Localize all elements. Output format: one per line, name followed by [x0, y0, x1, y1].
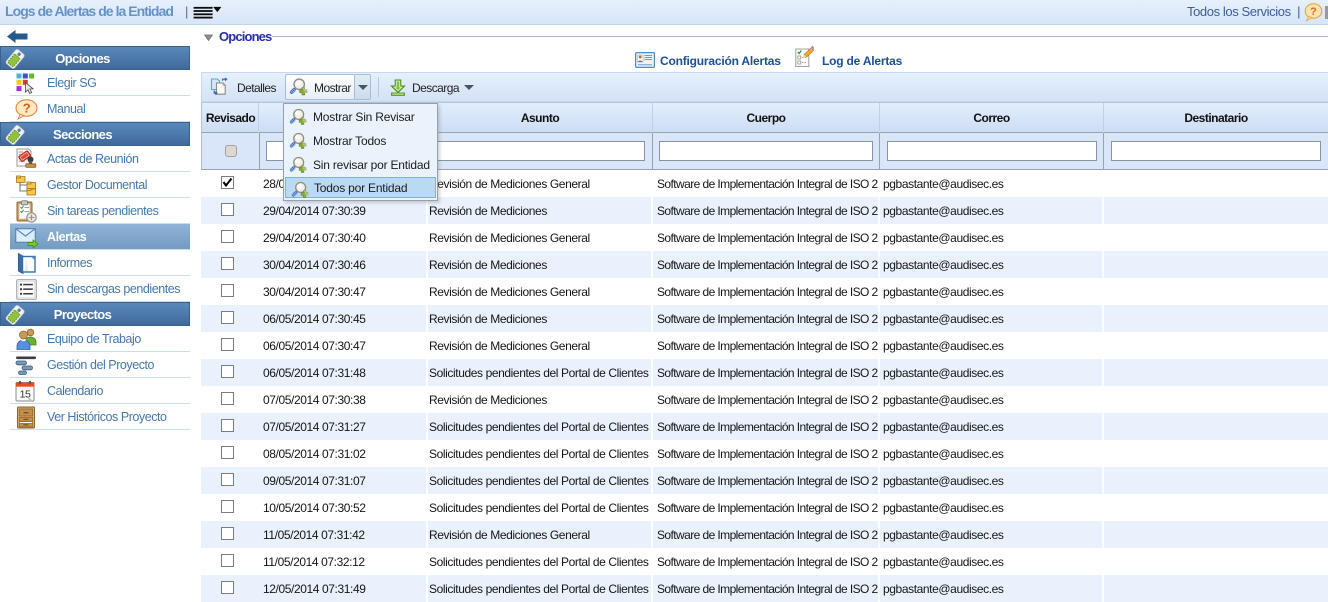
svg-text:?: ?: [23, 101, 31, 116]
svg-text:?: ?: [1310, 6, 1317, 18]
